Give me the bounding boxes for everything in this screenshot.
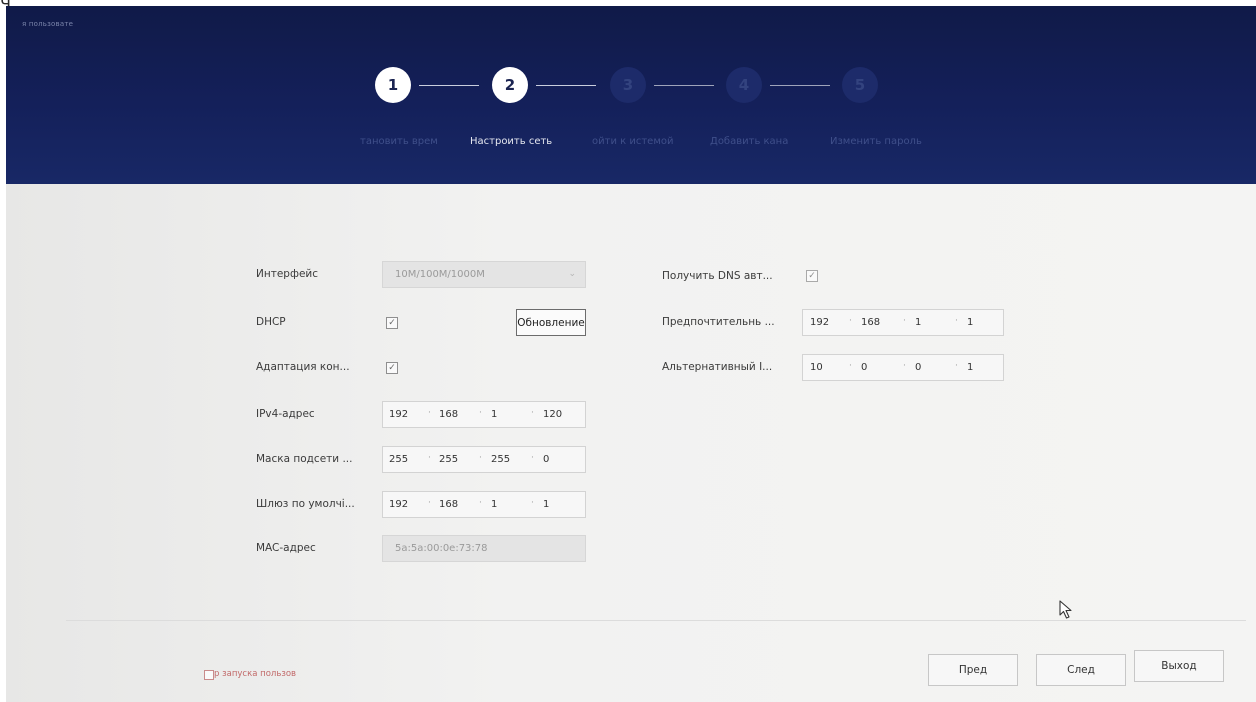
ip-dot: ·: [531, 498, 534, 508]
step-connector-3: [654, 85, 714, 86]
ip-octet: 0: [861, 362, 868, 373]
ip-octet: 120: [543, 409, 563, 420]
ip-dot: ·: [903, 316, 906, 326]
ip-dot: ·: [955, 361, 958, 371]
step-2-label: Настроить сеть: [470, 136, 553, 147]
step-1-circle: 1: [375, 67, 411, 103]
step-1-number: 1: [387, 76, 399, 94]
ip-dot: ·: [479, 498, 482, 508]
step-3-number: 3: [622, 76, 634, 94]
ip-dot: ·: [428, 408, 431, 418]
dns-auto-label: Получить DNS авт...: [662, 270, 773, 282]
ip-octet: 0: [915, 362, 922, 373]
ip-octet: 192: [389, 499, 409, 510]
mask-label: Маска подсети ...: [256, 453, 353, 465]
subnet-mask-input[interactable]: 255 · 255 · 255 · 0: [382, 446, 586, 473]
step-4-label: Добавить кана: [710, 136, 789, 147]
wizard-header: я пользовате 1 2 3 4 5 тановить врем Нас…: [6, 6, 1256, 184]
step-connector-1: [419, 85, 479, 86]
wizard-steps: 1 2 3 4 5 тановить врем Настроить сеть о…: [6, 6, 1256, 184]
mac-value: 5a:5a:00:0e:73:78: [395, 543, 488, 554]
ip-octet: 192: [810, 317, 830, 328]
alternate-dns-label: Альтернативный I...: [662, 361, 773, 373]
ip-dot: ·: [849, 361, 852, 371]
step-2-circle: 2: [492, 67, 528, 103]
preferred-dns-label: Предпочтительнь ...: [662, 316, 775, 328]
chevron-down-icon: ⌄: [568, 269, 576, 279]
gateway-label: Шлюз по умолчі...: [256, 498, 355, 510]
gateway-input[interactable]: 192 · 168 · 1 · 1: [382, 491, 586, 518]
network-settings-panel: Интерфейс 10M/100M/1000M ⌄ DHCP ✓ Обновл…: [6, 184, 1256, 702]
checkmark-icon: ✓: [388, 362, 396, 373]
ip-dot: ·: [531, 408, 534, 418]
interface-value: 10M/100M/1000M: [395, 269, 485, 280]
ip-dot: ·: [479, 453, 482, 463]
ip-dot: ·: [955, 316, 958, 326]
setup-wizard-screen: я пользовате 1 2 3 4 5 тановить врем Нас…: [6, 6, 1256, 702]
ip-octet: 0: [543, 454, 550, 465]
ip-octet: 168: [861, 317, 881, 328]
step-5-label: Изменить пароль: [830, 136, 922, 147]
ip-octet: 1: [491, 409, 498, 420]
step-1-label: тановить врем: [360, 136, 438, 147]
checkmark-icon: ✓: [808, 270, 816, 281]
footer-divider: [66, 620, 1246, 621]
ip-octet: 168: [439, 409, 459, 420]
ip-dot: ·: [849, 316, 852, 326]
startup-label: р запуска пользов: [214, 669, 297, 679]
checkmark-icon: ✓: [388, 317, 396, 328]
mac-address-field: 5a:5a:00:0e:73:78: [382, 535, 586, 562]
step-5-circle: 5: [842, 67, 878, 103]
step-3-circle: 3: [610, 67, 646, 103]
step-5-number: 5: [854, 76, 866, 94]
step-connector-4: [770, 85, 830, 86]
dhcp-checkbox[interactable]: ✓: [386, 317, 398, 329]
ip-octet: 255: [439, 454, 459, 465]
adapt-label: Адаптация кон...: [256, 361, 350, 373]
ip-dot: ·: [903, 361, 906, 371]
step-connector-2: [536, 85, 596, 86]
startup-checkbox[interactable]: [204, 670, 214, 680]
step-4-number: 4: [738, 76, 750, 94]
adapt-checkbox[interactable]: ✓: [386, 362, 398, 374]
ip-octet: 255: [491, 454, 511, 465]
update-button[interactable]: Обновление: [516, 309, 586, 336]
alternate-dns-input[interactable]: 10 · 0 · 0 · 1: [802, 354, 1004, 381]
ip-octet: 1: [967, 317, 974, 328]
step-2-number: 2: [504, 76, 516, 94]
ip-octet: 1: [915, 317, 922, 328]
exit-button[interactable]: Выход: [1134, 650, 1224, 682]
interface-label: Интерфейс: [256, 268, 318, 280]
interface-select[interactable]: 10M/100M/1000M ⌄: [382, 261, 586, 288]
ip-octet: 168: [439, 499, 459, 510]
step-4-circle: 4: [726, 67, 762, 103]
ip-octet: 1: [543, 499, 550, 510]
ip-octet: 1: [491, 499, 498, 510]
ip-dot: ·: [479, 408, 482, 418]
next-button[interactable]: След: [1036, 654, 1126, 686]
ip-dot: ·: [531, 453, 534, 463]
ip-dot: ·: [428, 498, 431, 508]
dns-auto-checkbox[interactable]: ✓: [806, 270, 818, 282]
mac-label: MAC-адрес: [256, 542, 316, 554]
mouse-pointer-icon: [1059, 600, 1072, 619]
ip-octet: 1: [967, 362, 974, 373]
prev-button[interactable]: Пред: [928, 654, 1018, 686]
dhcp-label: DHCP: [256, 316, 286, 328]
ipv4-input[interactable]: 192 · 168 · 1 · 120: [382, 401, 586, 428]
ip-octet: 255: [389, 454, 409, 465]
ip-dot: ·: [428, 453, 431, 463]
preferred-dns-input[interactable]: 192 · 168 · 1 · 1: [802, 309, 1004, 336]
ip-octet: 192: [389, 409, 409, 420]
ipv4-label: IPv4-адрес: [256, 408, 315, 420]
step-3-label: ойти к истемой: [592, 136, 674, 147]
ip-octet: 10: [810, 362, 823, 373]
